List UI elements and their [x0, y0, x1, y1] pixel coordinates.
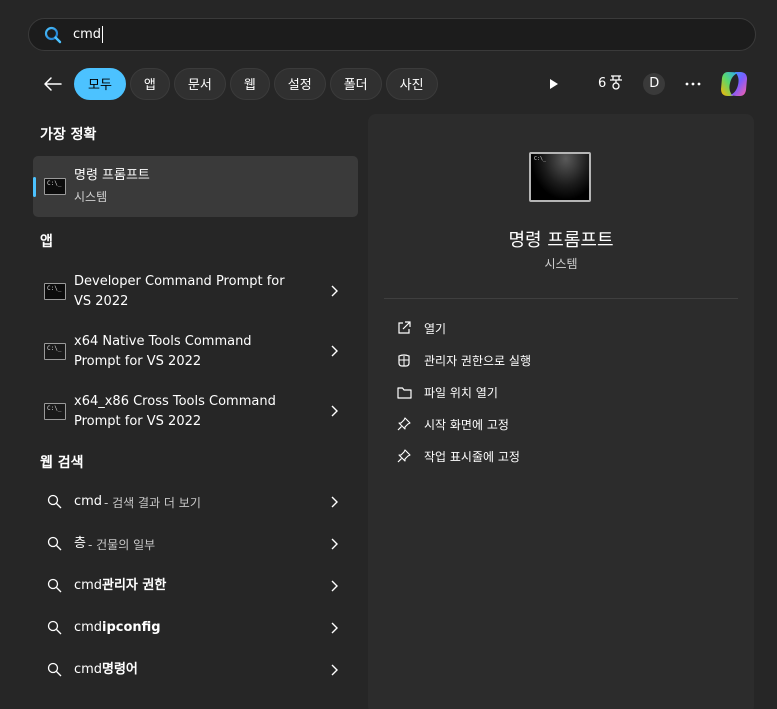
web-suffix: 관리자 권한: [102, 578, 167, 593]
action-pin-to-start[interactable]: 시작 화면에 고정: [396, 413, 509, 435]
play-icon[interactable]: [540, 78, 568, 90]
web-item-cmd-commands[interactable]: cmd 명령어: [33, 658, 358, 682]
filter-chip-web[interactable]: 웹: [229, 67, 270, 100]
preview-subtitle: 시스템: [544, 257, 578, 271]
app-item-developer-command-prompt[interactable]: Developer Command Prompt for VS 2022: [33, 268, 358, 318]
preview-title: 명령 프롬프트: [508, 230, 614, 251]
start-search-panel: cmd 모두 앱 문서 웹 설정 폴더 사진 6 D 가장 정확 C:\_ 명령…: [0, 0, 777, 709]
action-label: 관리자 권한으로 실행: [424, 353, 531, 368]
filter-chip-documents[interactable]: 문서: [173, 67, 226, 100]
shield-icon: [396, 352, 412, 368]
web-query: cmd: [74, 494, 103, 509]
action-pin-to-taskbar[interactable]: 작업 표시줄에 고정: [396, 445, 520, 467]
best-match-item[interactable]: 명령 프롬프트 시스템: [33, 156, 358, 217]
search-icon: [47, 662, 62, 681]
filter-chip-all[interactable]: 모두: [74, 67, 126, 100]
pin-icon: [396, 448, 412, 464]
chevron-right-icon[interactable]: [329, 579, 339, 593]
web-item-cmd[interactable]: cmd - 검색 결과 더 보기: [33, 490, 358, 514]
apps-heading: 앱: [40, 234, 53, 250]
filter-chip-photos[interactable]: 사진: [385, 67, 438, 100]
app-item-x64-native-tools[interactable]: x64 Native Tools Command Prompt for VS 2…: [33, 328, 358, 378]
open-external-icon: [396, 320, 412, 336]
web-query: cmd: [74, 578, 103, 593]
web-item-cmd-ipconfig[interactable]: cmd ipconfig: [33, 616, 358, 640]
folder-icon: [396, 384, 412, 400]
web-suffix: - 건물의 일부: [88, 538, 156, 552]
web-suffix: 명령어: [102, 662, 138, 677]
chevron-right-icon[interactable]: [329, 344, 339, 358]
app-item-x64-x86-cross-tools[interactable]: x64_x86 Cross Tools Command Prompt for V…: [33, 388, 358, 438]
chevron-right-icon[interactable]: [329, 495, 339, 509]
pin-icon: [396, 416, 412, 432]
more-options-icon[interactable]: [683, 82, 703, 86]
rewards-icon: [609, 74, 623, 94]
search-icon: [47, 494, 62, 513]
best-match-heading: 가장 정확: [40, 127, 97, 143]
app-item-line2: Prompt for VS 2022: [74, 354, 202, 369]
chevron-right-icon[interactable]: [329, 537, 339, 551]
rewards-count: 6: [598, 76, 607, 91]
action-label: 시작 화면에 고정: [424, 417, 509, 432]
app-item-line1: x64_x86 Cross Tools Command: [74, 394, 276, 409]
preview-pane: C:\_ 명령 프롬프트 시스템 열기 관리자 권한으로 실행 파일 위치 열기: [368, 114, 754, 709]
header-controls: 6 D: [540, 67, 749, 100]
filter-chip-apps[interactable]: 앱: [129, 67, 170, 100]
selection-indicator: [33, 177, 36, 197]
rewards-badge[interactable]: 6: [598, 74, 623, 94]
chevron-right-icon[interactable]: [329, 284, 339, 298]
web-query: cmd: [74, 620, 103, 635]
search-icon: [43, 25, 63, 45]
account-avatar[interactable]: D: [643, 72, 666, 95]
command-prompt-icon: [44, 343, 66, 360]
text-caret: [102, 26, 104, 43]
web-query: cmd: [74, 662, 103, 677]
copilot-icon[interactable]: [719, 69, 749, 99]
command-prompt-icon: [44, 403, 66, 420]
web-search-heading: 웹 검색: [40, 455, 84, 471]
web-query: 층: [74, 536, 86, 551]
action-label: 작업 표시줄에 고정: [424, 449, 520, 464]
web-suffix: - 검색 결과 더 보기: [104, 496, 201, 510]
search-icon: [47, 620, 62, 639]
best-match-title: 명령 프롬프트: [74, 168, 150, 183]
web-item-cmd-admin[interactable]: cmd 관리자 권한: [33, 574, 358, 598]
web-item-floor[interactable]: 층 - 건물의 일부: [33, 532, 358, 556]
filter-bar: 모두 앱 문서 웹 설정 폴더 사진: [40, 67, 442, 100]
action-open-file-location[interactable]: 파일 위치 열기: [396, 381, 498, 403]
chevron-right-icon[interactable]: [329, 663, 339, 677]
action-open[interactable]: 열기: [396, 317, 446, 339]
search-input[interactable]: cmd: [73, 27, 101, 42]
app-item-line1: Developer Command Prompt for: [74, 274, 285, 289]
chevron-right-icon[interactable]: [329, 404, 339, 418]
app-item-line2: VS 2022: [74, 294, 129, 309]
search-icon: [47, 578, 62, 597]
action-label: 열기: [424, 321, 447, 336]
filter-chip-folders[interactable]: 폴더: [329, 67, 382, 100]
back-arrow-icon[interactable]: [40, 71, 66, 97]
divider: [384, 298, 738, 299]
command-prompt-large-icon: C:\_: [529, 152, 591, 202]
chevron-right-icon[interactable]: [329, 621, 339, 635]
command-prompt-icon: [44, 283, 66, 300]
search-box[interactable]: cmd: [28, 18, 756, 51]
action-label: 파일 위치 열기: [424, 385, 498, 400]
command-prompt-icon: [44, 178, 66, 195]
web-suffix: ipconfig: [102, 620, 161, 635]
app-item-line1: x64 Native Tools Command: [74, 334, 252, 349]
filter-chip-settings[interactable]: 설정: [273, 67, 326, 100]
search-icon: [47, 536, 62, 555]
app-item-line2: Prompt for VS 2022: [74, 414, 202, 429]
best-match-subtitle: 시스템: [74, 190, 108, 204]
action-run-as-admin[interactable]: 관리자 권한으로 실행: [396, 349, 531, 371]
